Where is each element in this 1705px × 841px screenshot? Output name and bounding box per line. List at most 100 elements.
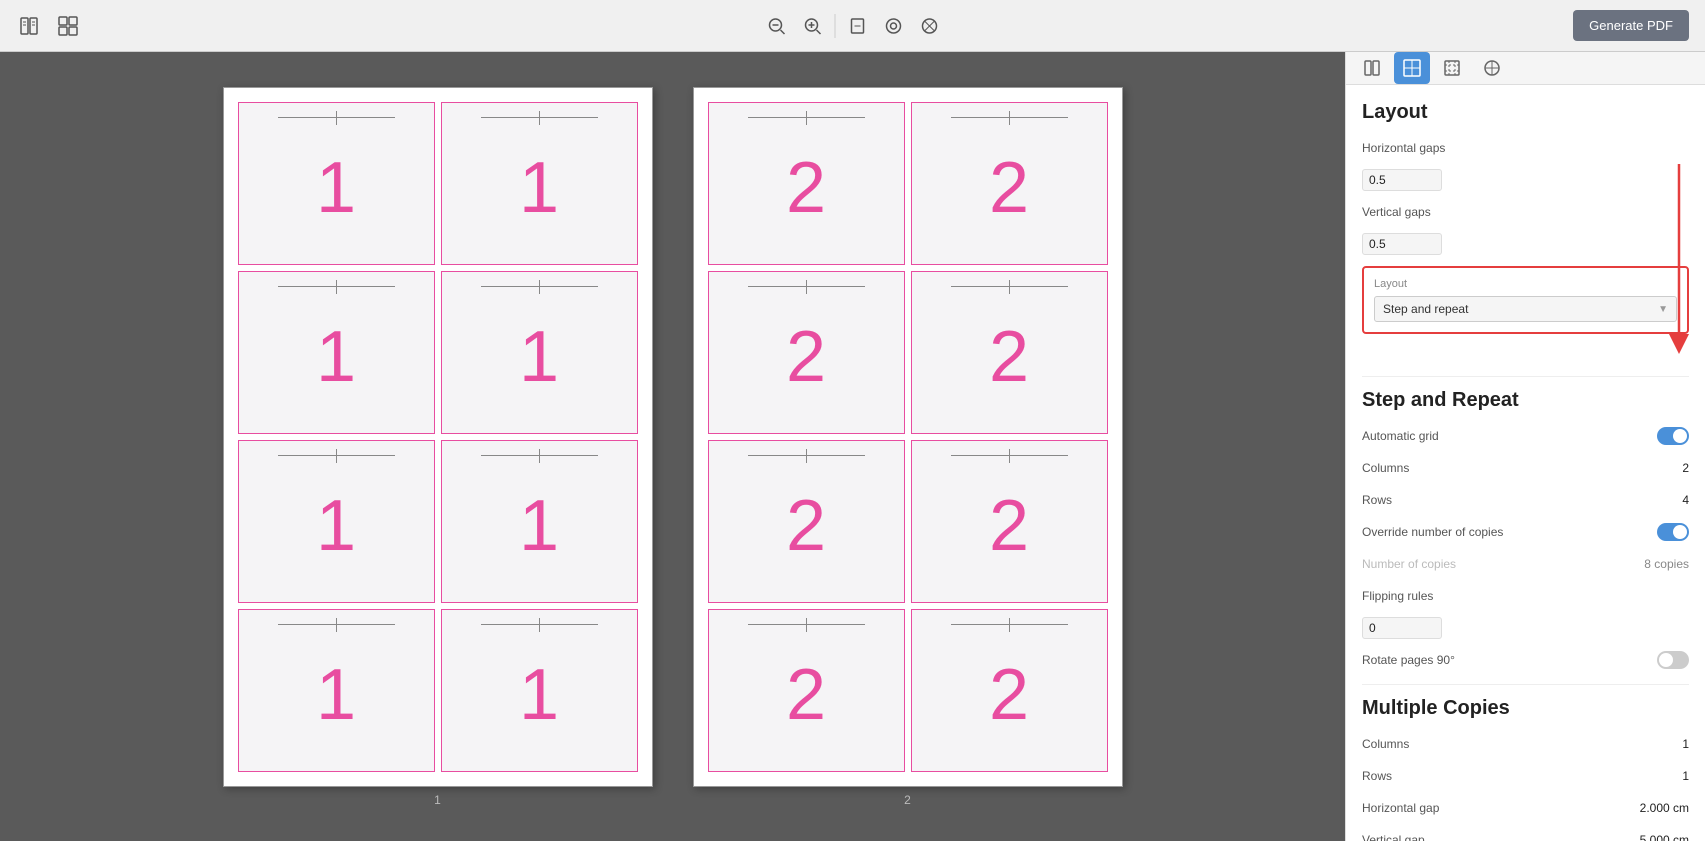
vertical-gap-input[interactable] <box>1362 233 1442 255</box>
card-number: 1 <box>316 152 356 224</box>
divider-2 <box>1362 684 1689 685</box>
card-1-3: 1 <box>238 271 435 434</box>
toolbar-center <box>762 12 943 40</box>
rotate-pages-toggle[interactable] <box>1657 651 1689 669</box>
mc-columns-label: Columns <box>1362 737 1409 751</box>
mc-hgap-row: Horizontal gap 2.000 cm <box>1362 796 1689 820</box>
mc-columns-row: Columns 1 <box>1362 732 1689 756</box>
mc-hgap-value: 2.000 cm <box>1640 801 1689 815</box>
card-number: 2 <box>989 490 1029 562</box>
card-marks <box>709 278 904 296</box>
card-1-2: 1 <box>441 102 638 265</box>
card-2-8: 2 <box>911 609 1108 772</box>
card-2-1: 2 <box>708 102 905 265</box>
flipping-rules-input[interactable] <box>1362 617 1442 639</box>
card-number: 1 <box>316 659 356 731</box>
layout-dropdown-label: Layout <box>1374 278 1677 290</box>
columns-value: 2 <box>1682 461 1689 475</box>
card-number: 2 <box>989 152 1029 224</box>
mc-rows-row: Rows 1 <box>1362 764 1689 788</box>
multiple-copies-title: Multiple Copies <box>1362 697 1689 720</box>
override-copies-toggle[interactable] <box>1657 523 1689 541</box>
mc-vgap-label: Vertical gap <box>1362 833 1425 841</box>
card-marks <box>239 278 434 296</box>
columns-row: Columns 2 <box>1362 456 1689 480</box>
zoom-out-icon[interactable] <box>762 12 790 40</box>
mc-rows-value: 1 <box>1682 769 1689 783</box>
card-2-2: 2 <box>911 102 1108 265</box>
card-number: 2 <box>786 490 826 562</box>
card-1-1: 1 <box>238 102 435 265</box>
card-1-6: 1 <box>441 440 638 603</box>
card-number: 2 <box>786 659 826 731</box>
layout-dropdown[interactable]: Step and repeat ▼ <box>1374 296 1677 322</box>
page-1-number: 1 <box>434 793 441 807</box>
fit-width-icon[interactable] <box>879 12 907 40</box>
panel-content: Layout Horizontal gaps Vertical gaps Lay… <box>1346 85 1705 841</box>
columns-label: Columns <box>1362 461 1409 475</box>
card-1-5: 1 <box>238 440 435 603</box>
card-2-4: 2 <box>911 271 1108 434</box>
layout-section-title: Layout <box>1362 101 1689 124</box>
card-number: 2 <box>786 321 826 393</box>
card-marks <box>239 447 434 465</box>
horizontal-gap-input[interactable] <box>1362 169 1442 191</box>
toolbar: Generate PDF <box>0 0 1705 52</box>
toolbar-left <box>16 12 82 40</box>
card-marks <box>912 109 1107 127</box>
automatic-grid-row: Automatic grid <box>1362 424 1689 448</box>
layout-dropdown-value: Step and repeat <box>1383 302 1468 316</box>
card-2-3: 2 <box>708 271 905 434</box>
card-marks <box>709 616 904 634</box>
vertical-gap-value-row <box>1362 232 1689 256</box>
card-1-4: 1 <box>441 271 638 434</box>
card-number: 2 <box>989 659 1029 731</box>
actual-size-icon[interactable] <box>915 12 943 40</box>
fit-page-icon[interactable] <box>843 12 871 40</box>
generate-pdf-button[interactable]: Generate PDF <box>1573 10 1689 41</box>
num-copies-label: Number of copies <box>1362 557 1456 571</box>
horizontal-gap-row: Horizontal gaps <box>1362 136 1689 160</box>
zoom-in-icon[interactable] <box>798 12 826 40</box>
flipping-rules-label: Flipping rules <box>1362 589 1433 603</box>
num-copies-row: Number of copies 8 copies <box>1362 552 1689 576</box>
vertical-gap-row: Vertical gaps <box>1362 200 1689 224</box>
card-marks <box>239 109 434 127</box>
card-marks <box>442 109 637 127</box>
card-number: 1 <box>519 321 559 393</box>
card-marks <box>239 616 434 634</box>
thumbnails-icon[interactable] <box>54 12 82 40</box>
card-marks <box>912 278 1107 296</box>
card-1-8: 1 <box>441 609 638 772</box>
card-number: 2 <box>989 321 1029 393</box>
card-marks <box>709 447 904 465</box>
main-content: 1 1 1 1 1 1 1 1 1 2 2 2 2 2 2 2 2 <box>0 52 1705 841</box>
canvas-area: 1 1 1 1 1 1 1 1 1 2 2 2 2 2 2 2 2 <box>0 52 1345 841</box>
card-number: 1 <box>519 490 559 562</box>
step-repeat-title: Step and Repeat <box>1362 389 1689 412</box>
tab-trim[interactable] <box>1434 52 1470 84</box>
card-marks <box>442 278 637 296</box>
tab-layout[interactable] <box>1394 52 1430 84</box>
divider-1 <box>1362 376 1689 377</box>
card-number: 2 <box>786 152 826 224</box>
card-number: 1 <box>316 490 356 562</box>
toolbar-right: Generate PDF <box>1573 10 1689 41</box>
card-marks <box>442 447 637 465</box>
card-2-7: 2 <box>708 609 905 772</box>
arrow-svg <box>1649 154 1705 374</box>
num-copies-value: 8 copies <box>1644 557 1689 571</box>
page-1: 1 1 1 1 1 1 1 1 <box>223 87 653 787</box>
toolbar-divider <box>834 14 835 38</box>
mc-columns-value: 1 <box>1682 737 1689 751</box>
card-marks <box>442 616 637 634</box>
tab-marks[interactable] <box>1474 52 1510 84</box>
mc-rows-label: Rows <box>1362 769 1392 783</box>
layout-dropdown-box: Layout Step and repeat ▼ <box>1362 266 1689 334</box>
arrow-container <box>1362 334 1689 364</box>
automatic-grid-toggle[interactable] <box>1657 427 1689 445</box>
tab-pages[interactable] <box>1354 52 1390 84</box>
rows-label: Rows <box>1362 493 1392 507</box>
pages-icon[interactable] <box>16 12 44 40</box>
horizontal-gap-label: Horizontal gaps <box>1362 141 1445 155</box>
